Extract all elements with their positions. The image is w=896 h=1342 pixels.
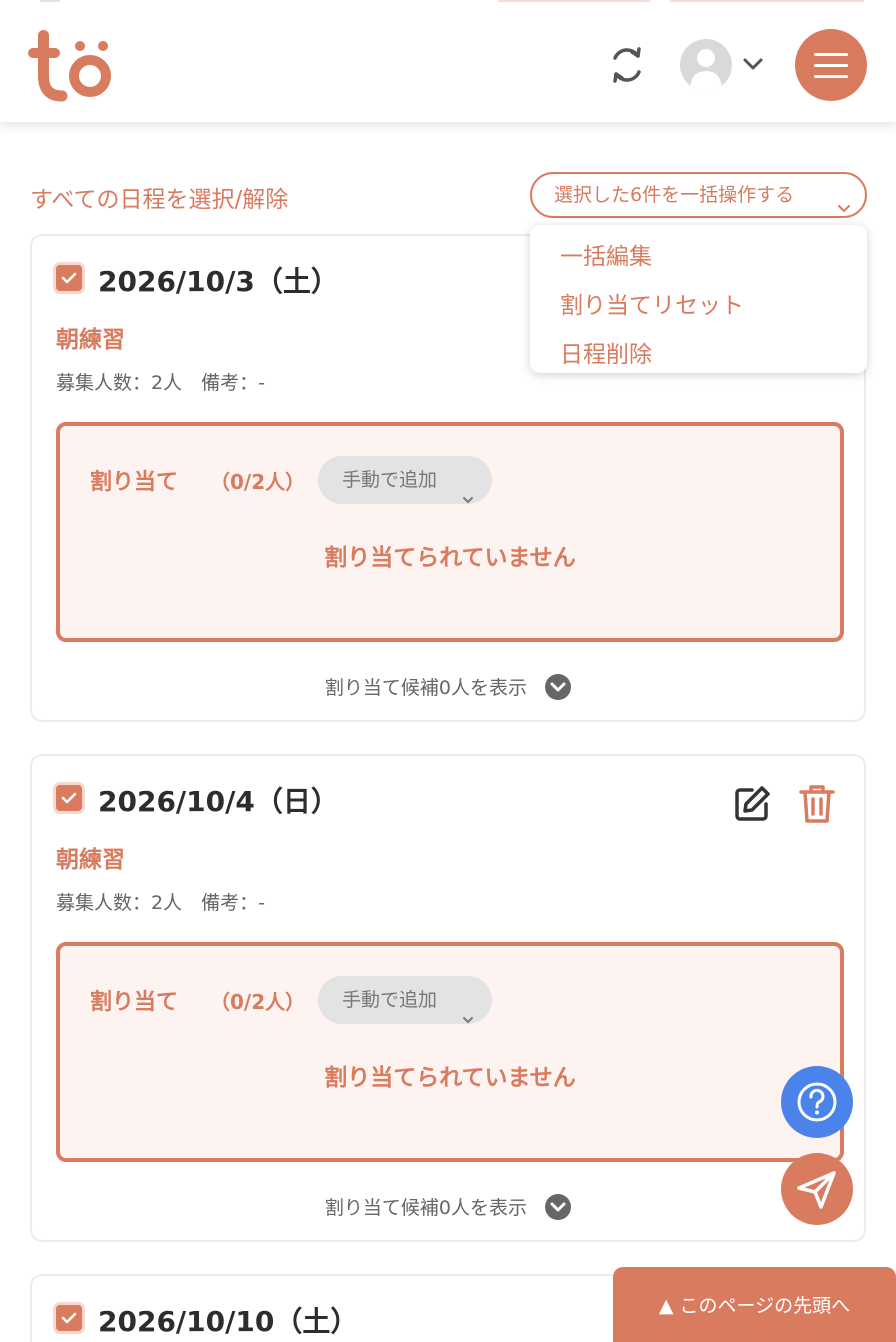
menu-item-bulk-edit[interactable]: 一括編集 bbox=[560, 237, 652, 271]
bulk-action-menu: 一括編集 割り当てリセット 日程削除 bbox=[530, 225, 867, 373]
schedule-date: 2026/10/4（日） bbox=[98, 785, 339, 818]
assignment-label: 割り当て bbox=[90, 990, 179, 1015]
chevron-down-circle-icon bbox=[545, 1193, 572, 1220]
menu-item-reset-assignment[interactable]: 割り当てリセット bbox=[560, 286, 744, 320]
manual-add-label: 手動で追加 bbox=[342, 469, 438, 491]
top-strip bbox=[40, 0, 60, 2]
hamburger-menu-icon[interactable] bbox=[795, 29, 867, 101]
trash-icon[interactable] bbox=[798, 783, 836, 825]
menu-item-delete-schedule[interactable]: 日程削除 bbox=[560, 335, 652, 369]
user-avatar-icon[interactable] bbox=[680, 39, 732, 91]
chevron-down-icon bbox=[462, 475, 474, 504]
assignment-count: （0/2人） bbox=[210, 990, 306, 1014]
bulk-action-button[interactable]: 選択した6件を一括操作する bbox=[530, 172, 867, 218]
candidates-label: 割り当て候補0人を表示 bbox=[324, 677, 528, 699]
schedule-meta: 募集人数：2人 備考：- bbox=[56, 372, 265, 394]
app-logo[interactable] bbox=[28, 26, 118, 102]
assignment-label: 割り当て bbox=[90, 470, 179, 495]
select-all-link[interactable]: すべての日程を選択/解除 bbox=[30, 180, 288, 214]
empty-assignment-message: 割り当てられていません bbox=[324, 545, 576, 571]
question-mark-icon[interactable] bbox=[781, 1066, 853, 1138]
assignment-box: 割り当て （0/2人） 手動で追加 割り当てられていません bbox=[56, 942, 844, 1162]
show-candidates-toggle[interactable]: 割り当て候補0人を表示 bbox=[32, 673, 864, 702]
manual-add-label: 手動で追加 bbox=[342, 989, 438, 1011]
chevron-down-icon[interactable] bbox=[741, 55, 765, 73]
candidates-label: 割り当て候補0人を表示 bbox=[324, 1197, 528, 1219]
app-header bbox=[0, 0, 896, 122]
schedule-checkbox[interactable] bbox=[56, 265, 82, 291]
schedule-title: 朝練習 bbox=[56, 327, 125, 353]
chevron-down-icon bbox=[462, 995, 474, 1024]
manual-add-button[interactable]: 手動で追加 bbox=[318, 456, 492, 504]
schedule-date: 2026/10/3（土） bbox=[98, 265, 339, 298]
schedule-title: 朝練習 bbox=[56, 847, 125, 873]
schedule-checkbox[interactable] bbox=[56, 1305, 82, 1331]
chevron-down-circle-icon bbox=[545, 673, 572, 700]
empty-assignment-message: 割り当てられていません bbox=[324, 1065, 576, 1091]
edit-icon[interactable] bbox=[732, 784, 772, 824]
schedule-card: 2026/10/4（日） 朝練習 募集人数：2人 備考：- 割り当て （0/2人… bbox=[30, 754, 866, 1242]
schedule-date: 2026/10/10（土） bbox=[98, 1305, 359, 1338]
bulk-action-label: 選択した6件を一括操作する bbox=[554, 184, 795, 206]
refresh-icon[interactable] bbox=[606, 44, 648, 86]
manual-add-button[interactable]: 手動で追加 bbox=[318, 976, 492, 1024]
assignment-box: 割り当て （0/2人） 手動で追加 割り当てられていません bbox=[56, 422, 844, 642]
show-candidates-toggle[interactable]: 割り当て候補0人を表示 bbox=[32, 1193, 864, 1222]
assignment-count: （0/2人） bbox=[210, 470, 306, 494]
top-strip bbox=[498, 0, 650, 2]
schedule-checkbox[interactable] bbox=[56, 785, 82, 811]
paper-plane-icon[interactable] bbox=[781, 1153, 853, 1225]
top-strip bbox=[670, 0, 864, 2]
chevron-down-icon bbox=[837, 188, 851, 213]
back-to-top-button[interactable]: ▲ このページの先頭へ bbox=[613, 1267, 896, 1342]
schedule-meta: 募集人数：2人 備考：- bbox=[56, 892, 265, 914]
